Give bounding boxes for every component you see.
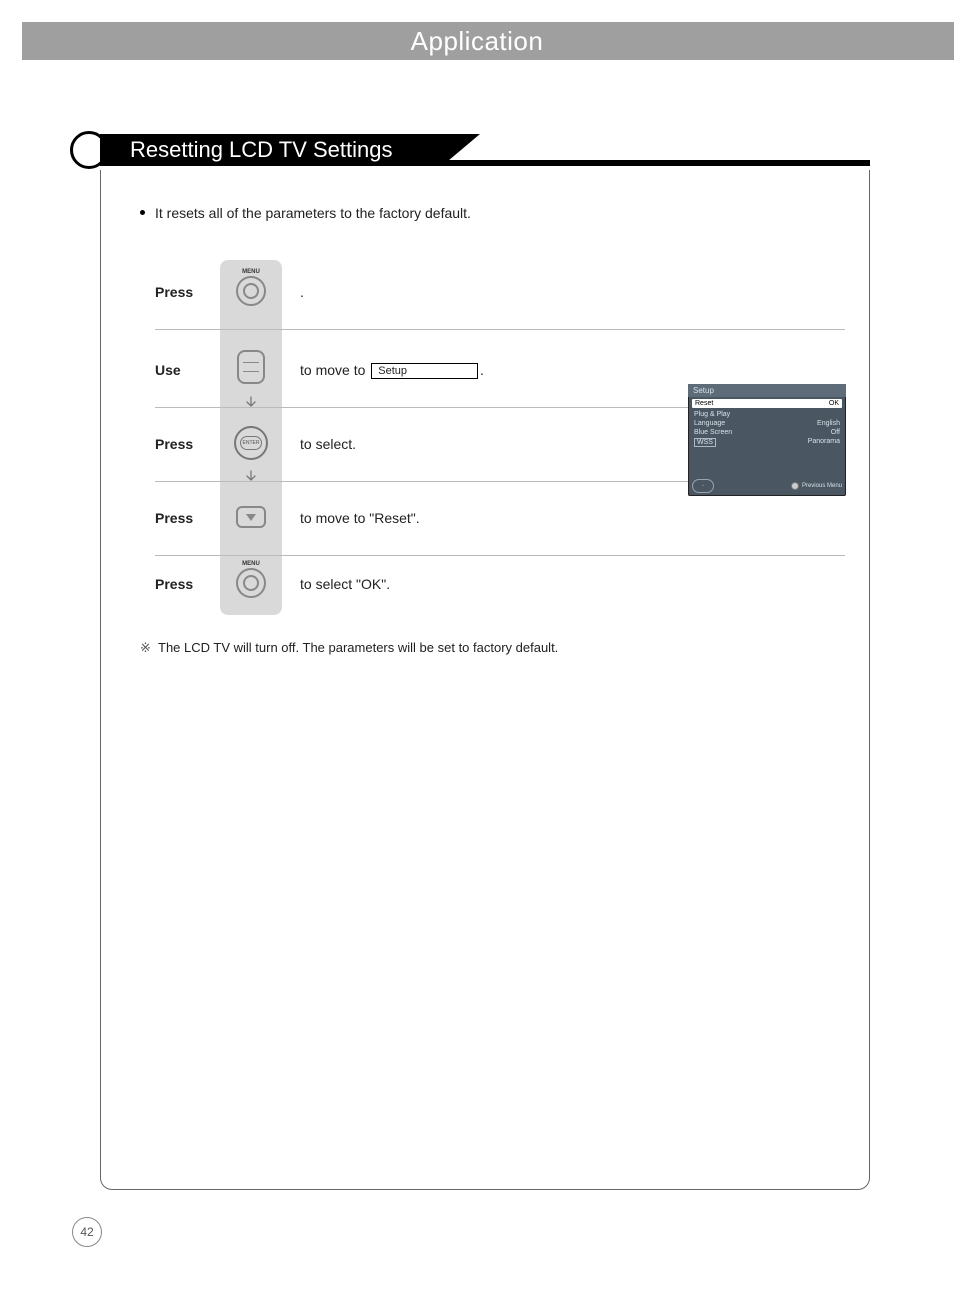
osd-row: WSS Panorama — [688, 437, 846, 448]
osd-preview: Setup Reset OK Plug & Play Language Engl… — [688, 384, 846, 496]
remote-button-slot: ENTER — [225, 420, 277, 466]
step-verb: Press — [155, 436, 193, 452]
nav-pad-icon — [237, 350, 265, 384]
osd-prev-hint: Previous Menu — [791, 482, 842, 490]
osd-row-label: Reset — [695, 400, 713, 407]
osd-prev-dot-icon — [791, 482, 799, 490]
osd-row-label: Language — [694, 420, 725, 427]
flow-arrow-down-icon — [244, 396, 258, 410]
osd-row-value: Panorama — [808, 438, 840, 447]
osd-row-highlight: Reset OK — [692, 399, 842, 408]
step-desc: to select. — [300, 436, 356, 452]
osd-row: Blue Screen Off — [688, 428, 846, 437]
step-verb: Use — [155, 362, 181, 378]
step-verb: Press — [155, 510, 193, 526]
note-text: The LCD TV will turn off. The parameters… — [158, 640, 558, 655]
osd-nav-icon: ◦ — [692, 479, 714, 493]
step-desc: to move to Setup. — [300, 362, 484, 379]
menu-button-icon — [236, 276, 266, 306]
osd-row: Plug & Play — [688, 410, 846, 419]
osd-title: Setup — [688, 384, 846, 397]
remote-button-slot — [225, 560, 277, 606]
step-desc-after: . — [480, 362, 484, 378]
osd-row-value: English — [817, 420, 840, 427]
page-header: Application — [0, 22, 954, 60]
osd-row: Language English — [688, 419, 846, 428]
enter-button-label: ENTER — [240, 436, 262, 450]
remote-button-slot — [225, 494, 277, 540]
intro-bullet-icon — [140, 210, 145, 215]
osd-row-value: Off — [831, 429, 840, 436]
osd-target-box: Setup — [371, 363, 478, 379]
osd-row-label: Plug & Play — [694, 411, 730, 418]
osd-row-value: OK — [829, 400, 839, 407]
row-divider — [155, 329, 845, 330]
row-divider — [155, 555, 845, 556]
step-desc: to select "OK". — [300, 576, 390, 592]
intro-text: It resets all of the parameters to the f… — [155, 205, 471, 221]
osd-prev-label: Previous Menu — [802, 483, 842, 489]
remote-button-slot — [225, 268, 277, 314]
flow-arrow-down-icon — [244, 470, 258, 484]
content-frame — [100, 170, 870, 1190]
enter-button-icon: ENTER — [234, 426, 268, 460]
menu-button-icon — [236, 568, 266, 598]
step-desc: . — [300, 284, 304, 300]
osd-row-label: WSS — [694, 438, 716, 447]
step-desc-before: to move to — [300, 362, 369, 378]
osd-row-label: Blue Screen — [694, 429, 732, 436]
down-button-icon — [236, 506, 266, 528]
note-reference-mark-icon: ※ — [140, 640, 151, 656]
step-verb: Press — [155, 284, 193, 300]
osd-footer: ◦ Previous Menu — [692, 479, 842, 493]
remote-button-slot — [225, 344, 277, 390]
section-title: Resetting LCD TV Settings — [100, 134, 480, 166]
page-number: 42 — [72, 1217, 102, 1247]
step-desc: to move to "Reset". — [300, 510, 420, 526]
page-header-title: Application — [0, 26, 954, 57]
step-verb: Press — [155, 576, 193, 592]
